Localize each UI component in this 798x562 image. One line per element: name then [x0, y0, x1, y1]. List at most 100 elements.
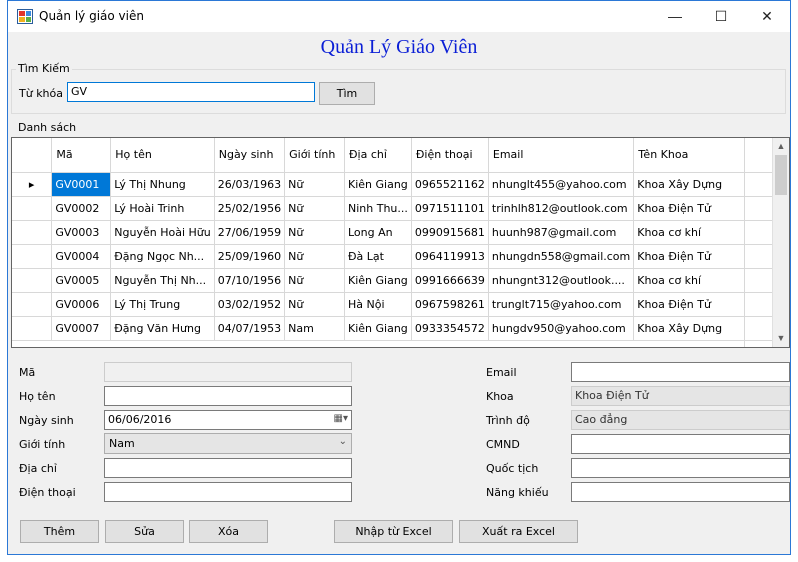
delete-button[interactable]: Xóa — [189, 520, 268, 543]
grid-cell[interactable]: Đà Lạt — [344, 244, 412, 269]
grid-cell[interactable]: 0990915681 — [411, 220, 489, 245]
grid-cell[interactable]: 0971511101 — [411, 196, 489, 221]
ngaysinh-picker[interactable]: 06/06/2016 ▦▾ — [104, 410, 352, 430]
table-row[interactable]: GV0006 Lý Thị Trung 03/02/1952 Nữ Hà Nội… — [12, 292, 789, 317]
ma-field[interactable] — [104, 362, 352, 382]
grid-cell[interactable]: Nữ — [284, 220, 345, 245]
grid-cell[interactable]: 0965521162 — [411, 172, 489, 197]
search-button[interactable]: Tìm — [319, 82, 375, 105]
grid-cell[interactable]: Kiên Giang — [344, 172, 412, 197]
trinhdo-select[interactable]: Cao đẳng — [571, 410, 790, 430]
grid-cell[interactable]: huunh987@gmail.com — [488, 220, 635, 245]
row-header[interactable] — [12, 316, 53, 341]
table-row[interactable]: GV0004 Đặng Ngọc Nh... 25/09/1960 Nữ Đà … — [12, 244, 789, 269]
grid-cell[interactable]: nhungdn558@gmail.com — [488, 244, 635, 269]
row-header[interactable] — [12, 292, 53, 317]
grid-corner-header — [12, 138, 53, 173]
table-row[interactable]: GV0007 Đặng Văn Hưng 04/07/1953 Nam Kiên… — [12, 316, 789, 341]
scroll-thumb[interactable] — [775, 155, 787, 195]
grid-cell[interactable]: Long An — [344, 220, 412, 245]
grid-cell[interactable]: GV0006 — [51, 292, 112, 317]
close-button[interactable]: ✕ — [744, 1, 790, 32]
grid-cell[interactable]: nhungnt312@outlook.... — [488, 268, 635, 293]
grid-vertical-scrollbar[interactable]: ▲ ▼ — [772, 138, 789, 347]
grid-cell[interactable]: Nữ — [284, 196, 345, 221]
title-bar[interactable]: Quản lý giáo viên — ☐ ✕ — [8, 1, 790, 32]
edit-button[interactable]: Sửa — [105, 520, 184, 543]
maximize-button[interactable]: ☐ — [698, 1, 744, 32]
grid-cell[interactable]: Nữ — [284, 292, 345, 317]
column-header-diachi[interactable]: Địa chỉ — [344, 138, 412, 173]
grid-cell[interactable]: trunglt715@yahoo.com — [488, 292, 635, 317]
grid-cell[interactable]: Lý Thị Nhung — [110, 172, 215, 197]
grid-cell[interactable]: 0967598261 — [411, 292, 489, 317]
export-excel-button[interactable]: Xuất ra Excel — [459, 520, 578, 543]
grid-cell[interactable]: 25/09/1960 — [214, 244, 286, 269]
grid-cell[interactable]: 26/03/1963 — [214, 172, 286, 197]
column-header-dienthoai[interactable]: Điện thoại — [411, 138, 489, 173]
grid-cell[interactable]: 25/02/1956 — [214, 196, 286, 221]
grid-cell[interactable]: Hà Nội — [344, 292, 412, 317]
grid-cell[interactable]: 03/02/1952 — [214, 292, 286, 317]
grid-cell[interactable]: GV0001 — [51, 172, 112, 197]
email-field[interactable] — [571, 362, 790, 382]
column-header-gioitinh[interactable]: Giới tính — [284, 138, 345, 173]
import-excel-button[interactable]: Nhập từ Excel — [334, 520, 453, 543]
khoa-select[interactable]: Khoa Điện Tử — [571, 386, 790, 406]
calendar-icon[interactable]: ▦▾ — [334, 413, 348, 424]
teacher-grid[interactable]: Mã Họ tên Ngày sinh Giới tính Địa chỉ Đi… — [11, 137, 790, 348]
grid-cell[interactable]: trinhlh812@outlook.com — [488, 196, 635, 221]
row-header[interactable] — [12, 220, 53, 245]
grid-cell[interactable]: 04/07/1953 — [214, 316, 286, 341]
quoctich-field[interactable] — [571, 458, 790, 478]
grid-cell[interactable]: 0991666639 — [411, 268, 489, 293]
grid-cell[interactable]: Ninh Thu... — [344, 196, 412, 221]
scroll-down-icon[interactable]: ▼ — [773, 330, 789, 347]
grid-cell[interactable]: Lý Hoài Trinh — [110, 196, 215, 221]
add-button[interactable]: Thêm — [20, 520, 99, 543]
grid-cell[interactable]: Lý Thị Trung — [110, 292, 215, 317]
dienthoai-field[interactable] — [104, 482, 352, 502]
keyword-input[interactable]: GV — [67, 82, 315, 102]
grid-cell[interactable]: Nguyễn Hoài Hữu — [110, 220, 215, 245]
grid-cell[interactable]: 0933354572 — [411, 316, 489, 341]
row-header[interactable] — [12, 244, 53, 269]
table-row[interactable]: GV0002 Lý Hoài Trinh 25/02/1956 Nữ Ninh … — [12, 196, 789, 221]
row-header[interactable] — [12, 196, 53, 221]
minimize-button[interactable]: — — [652, 1, 698, 32]
grid-cell[interactable]: Nữ — [284, 244, 345, 269]
grid-cell[interactable]: GV0007 — [51, 316, 112, 341]
diachi-field[interactable] — [104, 458, 352, 478]
cmnd-field[interactable] — [571, 434, 790, 454]
grid-cell[interactable]: GV0003 — [51, 220, 112, 245]
row-pointer-icon[interactable]: ▸ — [12, 172, 53, 197]
grid-cell[interactable]: Kiên Giang — [344, 268, 412, 293]
table-row[interactable]: ▸ GV0001 Lý Thị Nhung 26/03/1963 Nữ Kiên… — [12, 172, 789, 197]
grid-cell[interactable]: Nguyễn Thị Nh... — [110, 268, 215, 293]
grid-cell[interactable]: Đặng Ngọc Nh... — [110, 244, 215, 269]
grid-cell[interactable]: 07/10/1956 — [214, 268, 286, 293]
grid-cell[interactable]: 27/06/1959 — [214, 220, 286, 245]
row-header[interactable] — [12, 268, 53, 293]
column-header-email[interactable]: Email — [488, 138, 635, 173]
nangkhieu-field[interactable] — [571, 482, 790, 502]
grid-cell[interactable]: 0964119913 — [411, 244, 489, 269]
table-row[interactable]: GV0005 Nguyễn Thị Nh... 07/10/1956 Nữ Ki… — [12, 268, 789, 293]
grid-cell[interactable]: Nữ — [284, 172, 345, 197]
grid-cell[interactable]: hungdv950@yahoo.com — [488, 316, 635, 341]
column-header-hoten[interactable]: Họ tên — [110, 138, 215, 173]
gioitinh-select[interactable]: Nam ⌄ — [104, 433, 352, 454]
grid-cell[interactable]: nhunglt455@yahoo.com — [488, 172, 635, 197]
grid-cell[interactable]: GV0004 — [51, 244, 112, 269]
grid-cell[interactable]: GV0005 — [51, 268, 112, 293]
grid-cell[interactable]: Nam — [284, 316, 345, 341]
grid-cell[interactable]: Kiên Giang — [344, 316, 412, 341]
column-header-ma[interactable]: Mã — [51, 138, 112, 173]
hoten-field[interactable] — [104, 386, 352, 406]
column-header-ngaysinh[interactable]: Ngày sinh — [214, 138, 286, 173]
grid-cell[interactable]: GV0002 — [51, 196, 112, 221]
grid-cell[interactable]: Đặng Văn Hưng — [110, 316, 215, 341]
grid-cell[interactable]: Nữ — [284, 268, 345, 293]
scroll-up-icon[interactable]: ▲ — [773, 138, 789, 155]
table-row[interactable]: GV0003 Nguyễn Hoài Hữu 27/06/1959 Nữ Lon… — [12, 220, 789, 245]
